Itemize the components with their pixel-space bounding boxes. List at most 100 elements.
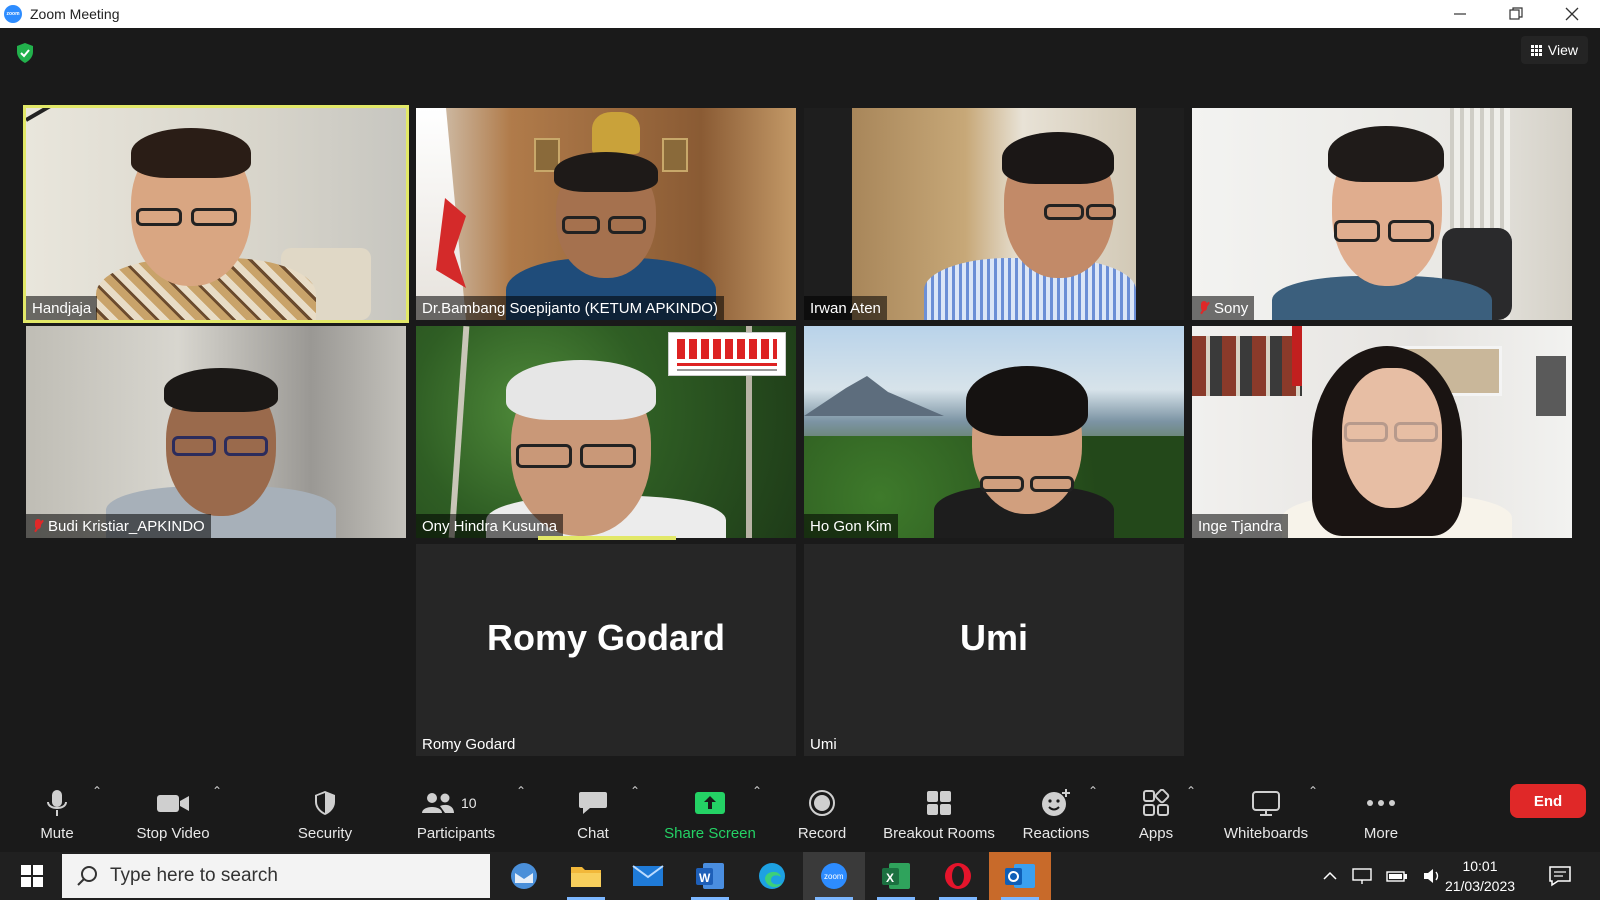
restore-icon bbox=[1509, 7, 1523, 20]
mute-label: Mute bbox=[40, 825, 74, 842]
view-button[interactable]: View bbox=[1520, 36, 1588, 64]
microphone-icon bbox=[47, 790, 67, 816]
breakout-rooms-button[interactable]: Breakout Rooms bbox=[880, 770, 998, 852]
svg-text:W: W bbox=[699, 871, 711, 885]
view-label: View bbox=[1547, 42, 1578, 58]
record-label: Record bbox=[797, 825, 847, 842]
apps-options-caret[interactable]: ⌃ bbox=[1186, 784, 1196, 798]
security-button[interactable]: Security bbox=[290, 770, 360, 852]
video-tile[interactable]: Budi Kristiar_APKINDO bbox=[26, 326, 406, 538]
edge-browser-icon bbox=[759, 863, 785, 889]
taskbar-app-word[interactable]: W bbox=[679, 852, 741, 900]
whiteboards-button[interactable]: Whiteboards bbox=[1222, 770, 1310, 852]
minimize-icon bbox=[1454, 13, 1466, 15]
taskbar-app-mail-client[interactable] bbox=[493, 852, 555, 900]
outlook-express-icon bbox=[511, 863, 537, 889]
minimize-button[interactable] bbox=[1432, 0, 1488, 28]
participants-options-caret[interactable]: ⌃ bbox=[516, 784, 526, 798]
excel-icon: X bbox=[882, 863, 910, 889]
share-screen-button[interactable]: Share Screen bbox=[664, 770, 756, 852]
share-screen-label: Share Screen bbox=[664, 825, 756, 842]
search-icon bbox=[77, 866, 97, 886]
svg-text:zoom: zoom bbox=[824, 872, 844, 881]
chat-options-caret[interactable]: ⌃ bbox=[630, 784, 640, 798]
video-camera-icon bbox=[157, 795, 189, 812]
encryption-shield-icon[interactable] bbox=[15, 42, 35, 64]
video-off-tile[interactable]: Umi Umi bbox=[804, 544, 1184, 756]
taskbar-app-mail[interactable] bbox=[617, 852, 679, 900]
battery-icon[interactable] bbox=[1386, 869, 1408, 883]
taskbar-app-file-explorer[interactable] bbox=[555, 852, 617, 900]
windows-logo-icon bbox=[21, 865, 43, 887]
video-tile[interactable]: Irwan Aten bbox=[804, 108, 1184, 320]
mute-button[interactable]: Mute bbox=[26, 770, 88, 852]
meeting-toolbar: Mute ⌃ Stop Video ⌃ Security 10 Particip… bbox=[0, 770, 1600, 852]
participants-label: Participants bbox=[416, 825, 496, 842]
more-dots-icon bbox=[1367, 800, 1395, 806]
more-label: More bbox=[1363, 825, 1399, 842]
taskbar-app-excel[interactable]: X bbox=[865, 852, 927, 900]
mic-muted-icon bbox=[1198, 301, 1210, 315]
share-options-caret[interactable]: ⌃ bbox=[752, 784, 762, 798]
apps-icon bbox=[1143, 789, 1170, 816]
participant-name: Ony Hindra Kusuma bbox=[416, 514, 564, 538]
outlook-icon bbox=[1005, 864, 1035, 888]
participant-name: Budi Kristiar_APKINDO bbox=[26, 514, 211, 538]
video-options-caret[interactable]: ⌃ bbox=[212, 784, 222, 798]
chat-label: Chat bbox=[577, 825, 609, 842]
network-icon[interactable] bbox=[1352, 867, 1372, 885]
video-tile[interactable]: Ho Gon Kim bbox=[804, 326, 1184, 538]
reactions-options-caret[interactable]: ⌃ bbox=[1088, 784, 1098, 798]
participants-icon bbox=[422, 793, 454, 813]
stop-video-button[interactable]: Stop Video bbox=[130, 770, 216, 852]
video-off-tile[interactable]: Romy Godard Romy Godard bbox=[416, 544, 796, 756]
restore-button[interactable] bbox=[1488, 0, 1544, 28]
security-label: Security bbox=[297, 825, 353, 842]
participant-name: Handjaja bbox=[26, 296, 98, 320]
taskbar-app-zoom[interactable]: zoom bbox=[803, 852, 865, 900]
record-icon bbox=[809, 790, 835, 816]
taskbar-search-box[interactable]: Type here to search bbox=[62, 854, 490, 898]
window-title: Zoom Meeting bbox=[30, 6, 120, 22]
participant-display-name: Umi bbox=[959, 617, 1028, 658]
chat-bubble-icon bbox=[579, 792, 607, 814]
notifications-icon[interactable] bbox=[1548, 865, 1572, 887]
participant-name: Romy Godard bbox=[422, 735, 516, 753]
breakout-rooms-icon bbox=[927, 791, 951, 815]
participant-name: Ho Gon Kim bbox=[804, 514, 898, 538]
taskbar-app-opera[interactable] bbox=[927, 852, 989, 900]
apkindo-logo bbox=[668, 332, 786, 376]
video-tile[interactable]: Handjaja bbox=[23, 105, 409, 323]
taskbar-app-outlook[interactable] bbox=[989, 852, 1051, 900]
reactions-button[interactable]: Reactions bbox=[1020, 770, 1092, 852]
chat-button[interactable]: Chat bbox=[570, 770, 616, 852]
clock-date: 21/03/2023 bbox=[1444, 878, 1516, 894]
record-button[interactable]: Record bbox=[794, 770, 850, 852]
participants-button[interactable]: 10 Participants bbox=[410, 770, 502, 852]
apps-label: Apps bbox=[1138, 825, 1174, 842]
close-button[interactable] bbox=[1544, 0, 1600, 28]
whiteboards-options-caret[interactable]: ⌃ bbox=[1308, 784, 1318, 798]
apps-button[interactable]: Apps bbox=[1136, 770, 1176, 852]
end-meeting-button[interactable]: End bbox=[1510, 784, 1586, 818]
video-tile[interactable]: Sony bbox=[1192, 108, 1572, 320]
video-tile[interactable]: Ony Hindra Kusuma bbox=[416, 326, 796, 538]
taskbar-app-edge[interactable] bbox=[741, 852, 803, 900]
participant-name: Irwan Aten bbox=[804, 296, 887, 320]
video-tile[interactable]: Dr.Bambang Soepijanto (KETUM APKINDO) bbox=[416, 108, 796, 320]
clock-time: 10:01 bbox=[1462, 858, 1498, 874]
video-tile[interactable]: Inge Tjandra bbox=[1192, 326, 1572, 538]
word-icon: W bbox=[696, 863, 724, 889]
share-screen-icon bbox=[695, 792, 725, 814]
start-button[interactable] bbox=[8, 852, 56, 900]
whiteboard-icon bbox=[1252, 791, 1280, 816]
opera-browser-icon bbox=[945, 863, 971, 889]
taskbar-clock[interactable]: 10:01 21/03/2023 bbox=[1430, 856, 1530, 896]
show-hidden-icons-chevron-icon[interactable] bbox=[1322, 871, 1338, 881]
folder-icon bbox=[571, 867, 601, 887]
mute-options-caret[interactable]: ⌃ bbox=[92, 784, 102, 798]
svg-text:X: X bbox=[886, 871, 894, 885]
title-bar: zoom Zoom Meeting bbox=[0, 0, 1600, 28]
more-button[interactable]: More bbox=[1360, 770, 1402, 852]
stop-video-label: Stop Video bbox=[136, 825, 210, 842]
